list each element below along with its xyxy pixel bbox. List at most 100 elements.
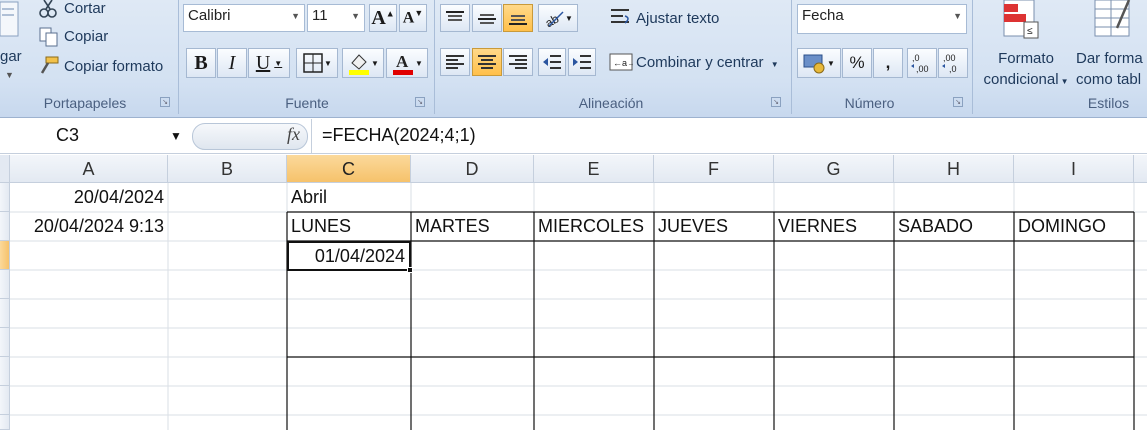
paste-dropdown-icon[interactable]: ▼ xyxy=(5,70,14,80)
alignment-launcher-icon[interactable]: ↘ xyxy=(771,97,781,107)
fill-handle[interactable] xyxy=(407,267,413,273)
row-header[interactable] xyxy=(0,386,10,415)
name-box-dropdown-icon[interactable]: ▼ xyxy=(170,129,182,143)
svg-text:,00: ,00 xyxy=(943,53,956,63)
copy-button[interactable]: Copiar xyxy=(64,28,108,45)
conditional-format-line1: Formato xyxy=(998,50,1054,67)
column-header-i[interactable]: I xyxy=(1014,155,1134,183)
grow-font-button[interactable]: A▲ xyxy=(369,4,397,32)
cell-a2[interactable]: 20/04/2024 9:13 xyxy=(10,212,168,241)
grow-font-icon: A▲ xyxy=(371,6,395,29)
format-as-table-button[interactable]: Dar forma como tabl xyxy=(1076,48,1147,90)
align-top-icon xyxy=(446,11,464,21)
fx-icon[interactable]: fx xyxy=(287,124,300,145)
fill-color-button[interactable]: ▼ xyxy=(342,48,384,78)
number-launcher-icon[interactable]: ↘ xyxy=(953,97,963,107)
increase-decimal-button[interactable]: ,0,00 xyxy=(907,48,937,78)
row-header[interactable] xyxy=(0,328,10,357)
formula-input[interactable]: =FECHA(2024;4;1) xyxy=(322,125,476,146)
font-color-button[interactable]: A ▼ xyxy=(386,48,428,78)
cell-f2[interactable]: JUEVES xyxy=(654,212,774,241)
cell-h2[interactable]: SABADO xyxy=(894,212,1014,241)
comma-style-button[interactable]: , xyxy=(873,48,903,78)
increase-indent-button[interactable] xyxy=(568,48,596,76)
column-header-f[interactable]: F xyxy=(654,155,774,183)
format-painter-button[interactable]: Copiar formato xyxy=(64,58,163,75)
font-name-value: Calibri xyxy=(188,7,231,24)
column-header-h[interactable]: H xyxy=(894,155,1014,183)
svg-text:ab: ab xyxy=(543,11,562,28)
row-header[interactable] xyxy=(0,299,10,328)
decrease-indent-icon xyxy=(543,55,561,69)
align-left-button[interactable] xyxy=(440,48,470,76)
font-size-combo[interactable]: 11 ▼ xyxy=(307,4,365,32)
paste-icon[interactable] xyxy=(0,0,22,40)
cell-d2[interactable]: MARTES xyxy=(411,212,534,241)
svg-text:≤: ≤ xyxy=(1027,26,1033,37)
font-name-combo[interactable]: Calibri ▼ xyxy=(183,4,305,32)
conditional-format-button[interactable]: Formato condicional ▼ xyxy=(980,48,1072,92)
row-header-selected[interactable] xyxy=(0,241,10,270)
accounting-format-button[interactable]: ▼ xyxy=(797,48,841,78)
merge-center-button[interactable]: Combinar y centrar ▼ xyxy=(636,54,779,71)
chevron-down-icon: ▼ xyxy=(953,11,962,21)
cell-c1[interactable]: Abril xyxy=(287,183,411,212)
group-separator xyxy=(178,0,179,114)
italic-button[interactable]: I xyxy=(217,48,247,78)
number-format-combo[interactable]: Fecha ▼ xyxy=(797,4,967,34)
formula-bar: C3 ▼ fx =FECHA(2024;4;1) xyxy=(0,119,1147,154)
row-header[interactable] xyxy=(0,183,10,212)
cell-e2[interactable]: MIERCOLES xyxy=(534,212,654,241)
number-group-label: Número xyxy=(844,95,895,111)
borders-button[interactable]: ▼ xyxy=(296,48,338,78)
row-header[interactable] xyxy=(0,357,10,386)
row-header[interactable] xyxy=(0,212,10,241)
underline-button[interactable]: U ▼ xyxy=(248,48,290,78)
column-header-e[interactable]: E xyxy=(534,155,654,183)
orientation-button[interactable]: ab ▼ xyxy=(538,4,578,32)
column-header-d[interactable]: D xyxy=(411,155,534,183)
column-header-g[interactable]: G xyxy=(774,155,894,183)
format-as-table-line1: Dar forma xyxy=(1076,50,1143,67)
column-header-c[interactable]: C xyxy=(287,155,411,183)
percent-label: % xyxy=(849,53,865,72)
shrink-font-icon: A▼ xyxy=(402,8,424,27)
align-center-button[interactable] xyxy=(472,48,502,76)
svg-text:,0: ,0 xyxy=(949,64,957,74)
cell-c2[interactable]: LUNES xyxy=(287,212,411,241)
group-separator xyxy=(972,0,973,114)
column-header-a[interactable]: A xyxy=(10,155,168,183)
row-header[interactable] xyxy=(0,270,10,299)
align-bottom-icon xyxy=(509,15,527,25)
align-right-button[interactable] xyxy=(503,48,533,76)
column-header-partial[interactable] xyxy=(1134,155,1147,183)
cell-i2[interactable]: DOMINGO xyxy=(1014,212,1134,241)
cell-g2[interactable]: VIERNES xyxy=(774,212,894,241)
align-bottom-button[interactable] xyxy=(503,4,533,32)
percent-button[interactable]: % xyxy=(842,48,872,78)
decrease-indent-button[interactable] xyxy=(538,48,566,76)
cell-a1[interactable]: 20/04/2024 xyxy=(10,183,168,212)
align-top-button[interactable] xyxy=(440,4,470,32)
active-cell-c3[interactable]: 01/04/2024 xyxy=(287,241,411,271)
cut-button[interactable]: Cortar xyxy=(64,0,106,17)
wrap-text-button[interactable]: Ajustar texto xyxy=(636,10,719,27)
clipboard-launcher-icon[interactable]: ↘ xyxy=(160,97,170,107)
paste-button[interactable]: gar xyxy=(0,48,22,65)
row-header[interactable] xyxy=(0,415,10,430)
align-middle-button[interactable] xyxy=(472,4,502,32)
formula-separator xyxy=(311,119,312,154)
format-as-table-icon xyxy=(1093,0,1133,40)
chevron-down-icon: ▼ xyxy=(324,58,332,68)
name-box[interactable]: C3 xyxy=(56,125,79,146)
svg-text:←a→: ←a→ xyxy=(613,58,633,68)
decrease-decimal-button[interactable]: ,00,0 xyxy=(938,48,968,78)
select-all-corner[interactable] xyxy=(0,155,10,183)
fill-color-icon xyxy=(349,54,370,75)
chevron-down-icon: ▼ xyxy=(371,58,379,68)
merge-center-label: Combinar y centrar xyxy=(636,54,764,71)
font-launcher-icon[interactable]: ↘ xyxy=(415,97,425,107)
shrink-font-button[interactable]: A▼ xyxy=(399,4,427,32)
bold-button[interactable]: B xyxy=(186,48,216,78)
column-header-b[interactable]: B xyxy=(168,155,287,183)
